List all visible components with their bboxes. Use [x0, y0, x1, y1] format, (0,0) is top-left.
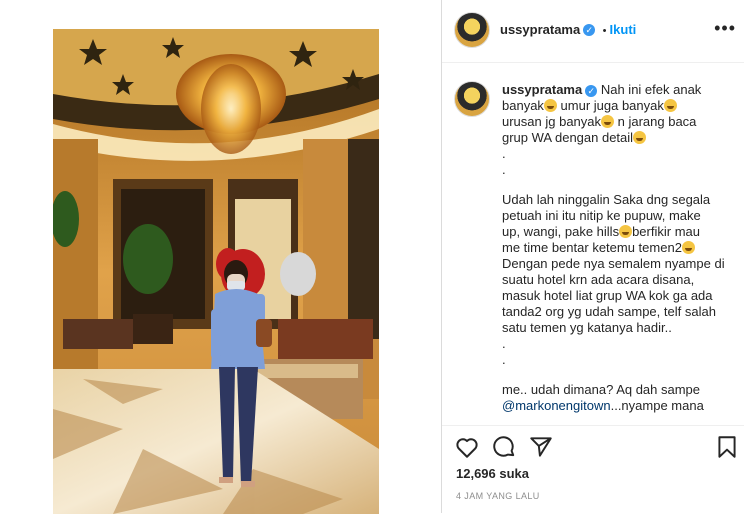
instagram-post: ussypratama ✓ • Ikuti ••• ussypratama ✓ Nah…	[0, 0, 744, 514]
caption-dot: .	[502, 162, 506, 177]
heart-icon[interactable]	[454, 434, 480, 460]
caption-line: grup WA dengan detail	[502, 130, 634, 145]
separator-dot: •	[602, 25, 607, 37]
caption-paragraph: Dengan pede nya semalem nyampe di suatu …	[502, 256, 725, 335]
more-options-icon[interactable]: •••	[714, 18, 736, 39]
laughing-emoji-icon	[633, 131, 647, 144]
caption-dot: .	[502, 352, 506, 367]
bookmark-icon[interactable]	[714, 434, 740, 460]
caption-text: ussypratama ✓ Nah ini efek anak banyak um…	[502, 82, 736, 414]
actions-bar: 12,696 suka 4 JAM YANG LALU	[442, 425, 744, 514]
follow-button[interactable]: Ikuti	[610, 22, 637, 37]
caption-line: Nah ini efek anak	[600, 82, 702, 97]
caption-dot: .	[502, 146, 506, 161]
like-count[interactable]: 12,696 suka	[456, 466, 529, 481]
caption-username[interactable]: ussypratama	[502, 82, 582, 97]
laughing-emoji-icon	[619, 225, 633, 238]
hotel-lobby-photo	[53, 29, 379, 514]
laughing-emoji-icon	[663, 99, 677, 112]
header-username[interactable]: ussypratama	[500, 22, 580, 37]
post-sidebar: ussypratama ✓ • Ikuti ••• ussypratama ✓ Nah…	[442, 0, 744, 513]
comment-icon[interactable]	[491, 434, 517, 460]
laughing-emoji-icon	[681, 241, 695, 254]
mention-link[interactable]: @markonengitown	[502, 398, 611, 413]
caption-line: n jarang baca	[614, 114, 697, 129]
caption-line: umur juga banyak	[556, 98, 664, 113]
send-icon[interactable]	[528, 434, 554, 460]
caption-paragraph: ...nyampe mana	[610, 398, 704, 413]
photo-pane	[0, 0, 442, 514]
caption-dot: .	[502, 336, 506, 351]
verified-badge-icon: ✓	[585, 84, 598, 97]
caption-avatar[interactable]	[454, 81, 490, 117]
post-timestamp[interactable]: 4 JAM YANG LALU	[456, 491, 540, 501]
header-user-row: ussypratama ✓ • Ikuti	[500, 21, 636, 39]
laughing-emoji-icon	[601, 115, 615, 128]
post-photo[interactable]	[53, 29, 379, 514]
laughing-emoji-icon	[543, 99, 557, 112]
post-header: ussypratama ✓ • Ikuti •••	[442, 0, 744, 63]
verified-badge-icon: ✓	[583, 23, 596, 36]
caption-line: banyak	[502, 98, 544, 113]
avatar[interactable]	[454, 12, 490, 48]
caption-paragraph: me.. udah dimana? Aq dah sampe	[502, 382, 701, 397]
caption-line: urusan jg banyak	[502, 114, 602, 129]
caption-area: ussypratama ✓ Nah ini efek anak banyak um…	[442, 63, 744, 425]
